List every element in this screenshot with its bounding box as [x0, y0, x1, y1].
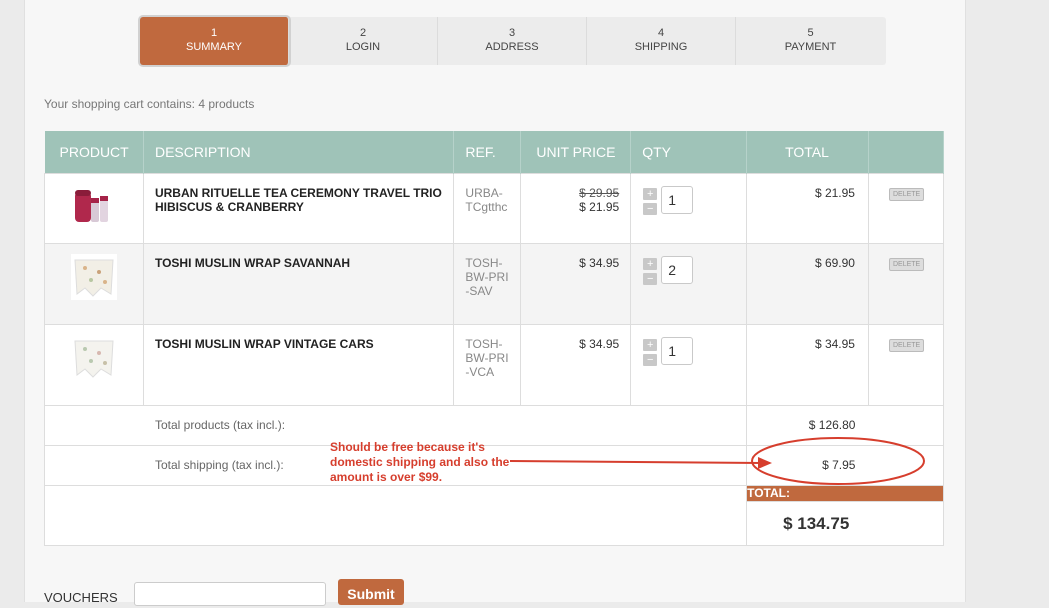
- product-name[interactable]: TOSHI MUSLIN WRAP SAVANNAH: [144, 244, 453, 282]
- checkout-steps: 1 SUMMARY 2 LOGIN 3 ADDRESS 4 SHIPPING 5…: [140, 17, 886, 65]
- minus-icon[interactable]: −: [643, 203, 658, 215]
- minus-icon[interactable]: −: [643, 354, 658, 366]
- table-row: TOSHI MUSLIN WRAP VINTAGE CARS TOSH-BW-P…: [44, 324, 945, 406]
- col-ref: REF.: [453, 131, 522, 174]
- step-shipping[interactable]: 4 SHIPPING: [587, 17, 736, 65]
- vouchers-label: VOUCHERS: [44, 590, 118, 605]
- step-label: SHIPPING: [634, 41, 688, 53]
- col-qty: QTY: [630, 131, 748, 174]
- step-label: SUMMARY: [185, 41, 243, 53]
- product-ref: URBA-TCgtthc: [465, 186, 508, 214]
- quantity-stepper: + −: [631, 174, 746, 215]
- col-product: PRODUCT: [44, 131, 144, 174]
- col-description: DESCRIPTION: [143, 131, 455, 174]
- plus-icon[interactable]: +: [643, 258, 658, 270]
- unit-price: $ 34.95: [579, 256, 620, 270]
- unit-price: $ 34.95: [579, 337, 620, 351]
- step-payment[interactable]: 5 PAYMENT: [736, 17, 885, 65]
- product-image-cell: [44, 324, 144, 406]
- voucher-input[interactable]: [134, 582, 326, 606]
- quantity-stepper: + −: [631, 244, 746, 285]
- step-label: PAYMENT: [784, 41, 837, 53]
- grand-total-value: $ 134.75: [783, 514, 850, 533]
- table-row: TOSHI MUSLIN WRAP SAVANNAH TOSH-BW-PRI-S…: [44, 243, 945, 325]
- step-summary[interactable]: 1 SUMMARY: [140, 17, 289, 65]
- product-name[interactable]: URBAN RITUELLE TEA CEREMONY TRAVEL TRIO …: [144, 174, 453, 226]
- plus-icon[interactable]: +: [643, 339, 658, 351]
- annotation-note: Should be free because it's domestic shi…: [330, 440, 510, 484]
- col-total: TOTAL: [746, 131, 869, 174]
- product-image-cell: [44, 173, 144, 244]
- product-ref: TOSH-BW-PRI-VCA: [465, 337, 509, 379]
- step-number: 4: [657, 27, 665, 39]
- step-number: 3: [508, 27, 516, 39]
- delete-button[interactable]: DELETE: [888, 188, 925, 201]
- product-ref: TOSH-BW-PRI-SAV: [465, 256, 509, 298]
- step-label: ADDRESS: [485, 41, 539, 53]
- product-image-cell: [44, 243, 144, 325]
- unit-price: $ 29.95 $ 21.95: [521, 174, 630, 226]
- minus-icon[interactable]: −: [643, 273, 658, 285]
- annotation-arrow-icon: [509, 437, 925, 485]
- line-total: $ 69.90: [814, 256, 855, 270]
- delete-button[interactable]: DELETE: [888, 339, 925, 352]
- quantity-input[interactable]: [661, 256, 694, 284]
- step-address[interactable]: 3 ADDRESS: [438, 17, 587, 65]
- table-header-row: PRODUCT DESCRIPTION REF. UNIT PRICE QTY …: [44, 131, 945, 174]
- voucher-submit-button[interactable]: Submit: [338, 579, 404, 605]
- old-price: $ 29.95: [579, 186, 620, 200]
- col-delete: [868, 131, 945, 174]
- plus-icon[interactable]: +: [643, 188, 658, 200]
- line-total: $ 21.95: [814, 186, 855, 200]
- product-image[interactable]: [70, 254, 117, 300]
- step-label: LOGIN: [345, 41, 381, 53]
- table-row: URBAN RITUELLE TEA CEREMONY TRAVEL TRIO …: [44, 173, 945, 244]
- product-image[interactable]: [70, 335, 117, 381]
- quantity-input[interactable]: [661, 186, 694, 214]
- line-total: $ 34.95: [814, 337, 855, 351]
- step-number: 2: [359, 27, 367, 39]
- step-number: 5: [807, 27, 814, 39]
- quantity-input[interactable]: [661, 337, 694, 365]
- product-image[interactable]: [71, 184, 117, 230]
- step-login[interactable]: 2 LOGIN: [289, 17, 438, 65]
- sale-price: $ 21.95: [579, 200, 620, 214]
- product-name[interactable]: TOSHI MUSLIN WRAP VINTAGE CARS: [144, 325, 453, 363]
- col-unit-price: UNIT PRICE: [520, 131, 632, 174]
- step-number: 1: [210, 27, 218, 39]
- delete-button[interactable]: DELETE: [888, 258, 925, 271]
- cart-count-text: Your shopping cart contains: 4 products: [44, 97, 255, 111]
- quantity-stepper: + −: [631, 325, 746, 366]
